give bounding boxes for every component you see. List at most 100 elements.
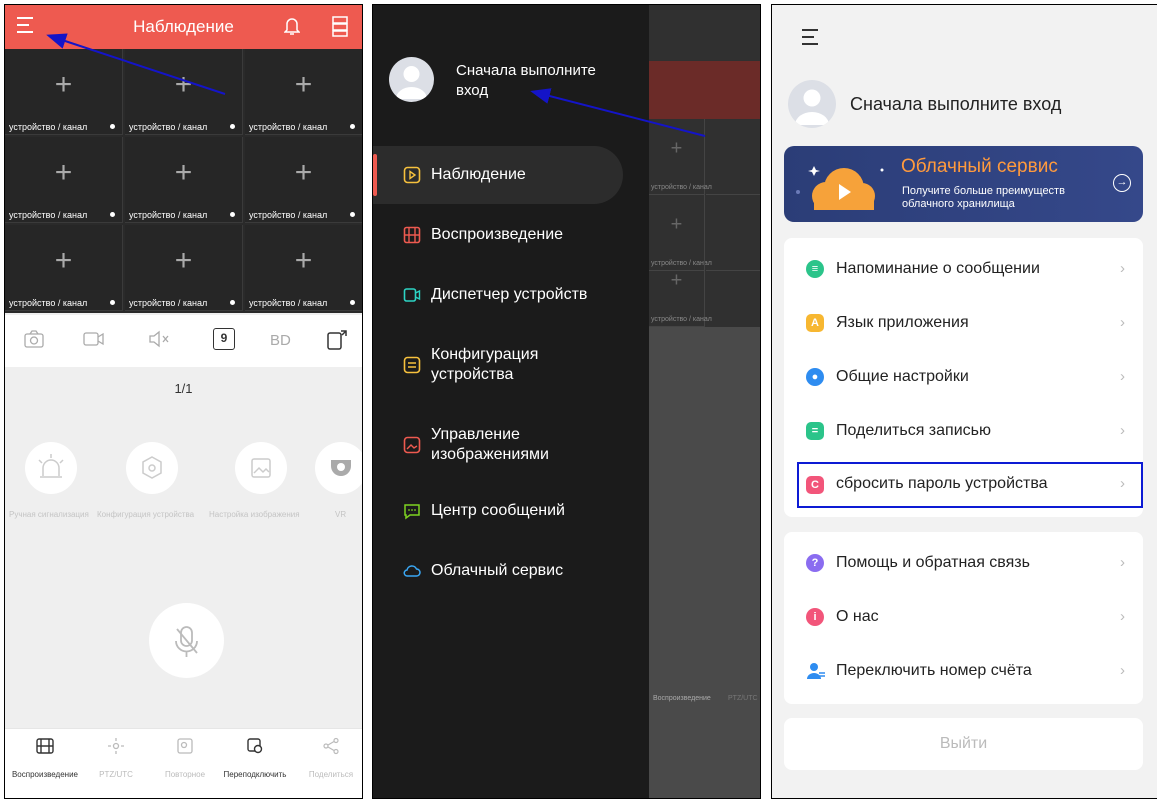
switch-account-icon [806, 662, 825, 680]
camera-icon [403, 286, 421, 304]
cloud-icon [403, 562, 421, 580]
cell-label: устройство / канал [9, 122, 88, 132]
dimmed-cell: + устройство / канал [649, 251, 712, 327]
logout-button[interactable]: Выйти [784, 718, 1143, 770]
replay-tab[interactable]: Повторное [160, 737, 210, 779]
share-tab[interactable]: Поделиться [301, 737, 361, 779]
help-icon: ? [806, 554, 824, 572]
function-label: Настройка изображения [209, 510, 300, 519]
replay-icon [177, 738, 193, 754]
device-config-button[interactable] [126, 442, 178, 494]
video-cell[interactable]: + устройство / канал [245, 225, 362, 311]
menu-icon[interactable] [802, 29, 818, 47]
status-dot [110, 212, 115, 217]
list-item-app-language[interactable]: A Язык приложения › [784, 297, 1143, 351]
login-prompt[interactable]: Сначала выполните вход [456, 61, 626, 101]
list-item-message-reminder[interactable]: ≡ Напоминание о сообщении › [784, 243, 1143, 297]
menu-item-device-manager[interactable]: Диспетчер устройств [403, 285, 587, 305]
mute-icon[interactable] [147, 329, 171, 353]
playback-tab[interactable]: Воспроизведение [7, 737, 83, 779]
lock-icon: C [806, 476, 824, 494]
function-label: VR [335, 510, 347, 519]
video-cell[interactable]: + устройство / канал [125, 225, 243, 311]
add-icon: + [174, 156, 193, 189]
video-cell[interactable]: + устройство / канал [5, 225, 123, 311]
menu-item-cloud-service[interactable]: Облачный сервис [403, 561, 563, 581]
add-icon: + [54, 156, 73, 189]
chevron-right-icon: › [1120, 608, 1125, 625]
video-cell[interactable]: + устройство / канал [125, 137, 243, 223]
chevron-right-icon: › [1120, 368, 1125, 385]
settings-group: ? Помощь и обратная связь › i О нас › Пе… [784, 532, 1143, 704]
video-cell[interactable]: + устройство / канал [125, 49, 243, 135]
quality-button[interactable]: BD [270, 332, 291, 349]
chevron-right-icon: › [1120, 314, 1125, 331]
header-bar: Наблюдение [5, 5, 362, 49]
talk-button[interactable] [149, 603, 224, 678]
cell-label: устройство / канал [129, 210, 208, 220]
menu-item-image-management[interactable]: Управление изображениями [403, 425, 601, 465]
avatar[interactable] [788, 80, 836, 128]
message-icon: ≡ [806, 260, 824, 278]
share-record-icon: = [806, 422, 824, 440]
monitor-icon [403, 166, 421, 184]
split-screen-button[interactable]: 9 [213, 328, 235, 350]
active-indicator [373, 154, 377, 196]
cell-label: устройство / канал [9, 298, 88, 308]
settings-box-icon [403, 356, 421, 374]
add-icon: + [174, 68, 193, 101]
video-cell[interactable]: + устройство / канал [245, 49, 362, 135]
status-dot [350, 212, 355, 217]
menu-item-playback[interactable]: Воспроизведение [403, 225, 563, 245]
dimmed-header [649, 61, 760, 119]
live-toolbar: 9 BD [5, 315, 362, 367]
dimmed-label: Воспроизведение [653, 695, 711, 702]
avatar[interactable] [389, 57, 434, 102]
status-dot [230, 124, 235, 129]
snapshot-icon[interactable] [22, 329, 46, 353]
status-dot [110, 300, 115, 305]
video-cell[interactable]: + устройство / канал [245, 137, 362, 223]
live-view-screen: Наблюдение + устройство / канал + устройст… [4, 4, 363, 799]
list-item-about[interactable]: i О нас › [784, 591, 1143, 645]
arrow-right-icon[interactable]: → [1113, 174, 1131, 192]
list-item-help[interactable]: ? Помощь и обратная связь › [784, 537, 1143, 591]
video-cell[interactable]: + устройство / канал [5, 137, 123, 223]
dimmed-cell [706, 119, 760, 195]
side-drawer-screen: + устройство / канал + устройство / канал … [372, 4, 761, 799]
chevron-right-icon: › [1120, 554, 1125, 571]
login-prompt[interactable]: Сначала выполните вход [850, 94, 1061, 115]
reconnect-tab[interactable]: Переподключить [220, 737, 290, 779]
fullscreen-icon[interactable] [325, 329, 349, 353]
dimmed-cell: + устройство / канал [649, 119, 712, 195]
status-dot [350, 300, 355, 305]
bell-icon[interactable] [283, 15, 301, 37]
language-icon: A [806, 314, 824, 332]
list-item-reset-password[interactable]: C сбросить пароль устройства › [797, 462, 1143, 508]
menu-item-message-center[interactable]: Центр сообщений [403, 501, 565, 521]
page-indicator: 1/1 [174, 381, 193, 396]
status-dot [350, 124, 355, 129]
video-cell[interactable]: + устройство / канал [5, 49, 123, 135]
cloud-service-banner[interactable]: Облачный сервис Получите больше преимуще… [784, 146, 1143, 222]
record-icon[interactable] [82, 329, 106, 353]
list-item-switch-account[interactable]: Переключить номер счёта › [784, 645, 1143, 699]
chevron-right-icon: › [1120, 662, 1125, 679]
cell-label: устройство / канал [249, 122, 328, 132]
settings-icon: ● [806, 368, 824, 386]
recorder-icon[interactable] [332, 15, 348, 37]
alarm-button[interactable] [25, 442, 77, 494]
image-settings-button[interactable] [235, 442, 287, 494]
menu-item-monitoring[interactable]: Наблюдение [403, 165, 526, 185]
ptz-tab[interactable]: PTZ/UTC [91, 737, 141, 779]
list-item-general-settings[interactable]: ● Общие настройки › [784, 351, 1143, 405]
list-item-share-record[interactable]: = Поделиться записью › [784, 405, 1143, 459]
function-label: Ручная сигнализация [9, 510, 89, 519]
chevron-right-icon: › [1120, 475, 1125, 492]
menu-item-device-config[interactable]: Конфигурация устройства [403, 345, 601, 385]
navigation-drawer: Сначала выполните вход Наблюдение Воспро… [373, 5, 649, 798]
cell-label: устройство / канал [129, 122, 208, 132]
share-icon [323, 737, 339, 755]
cloud-title: Облачный сервис [901, 156, 1058, 177]
vr-button[interactable] [315, 442, 362, 494]
